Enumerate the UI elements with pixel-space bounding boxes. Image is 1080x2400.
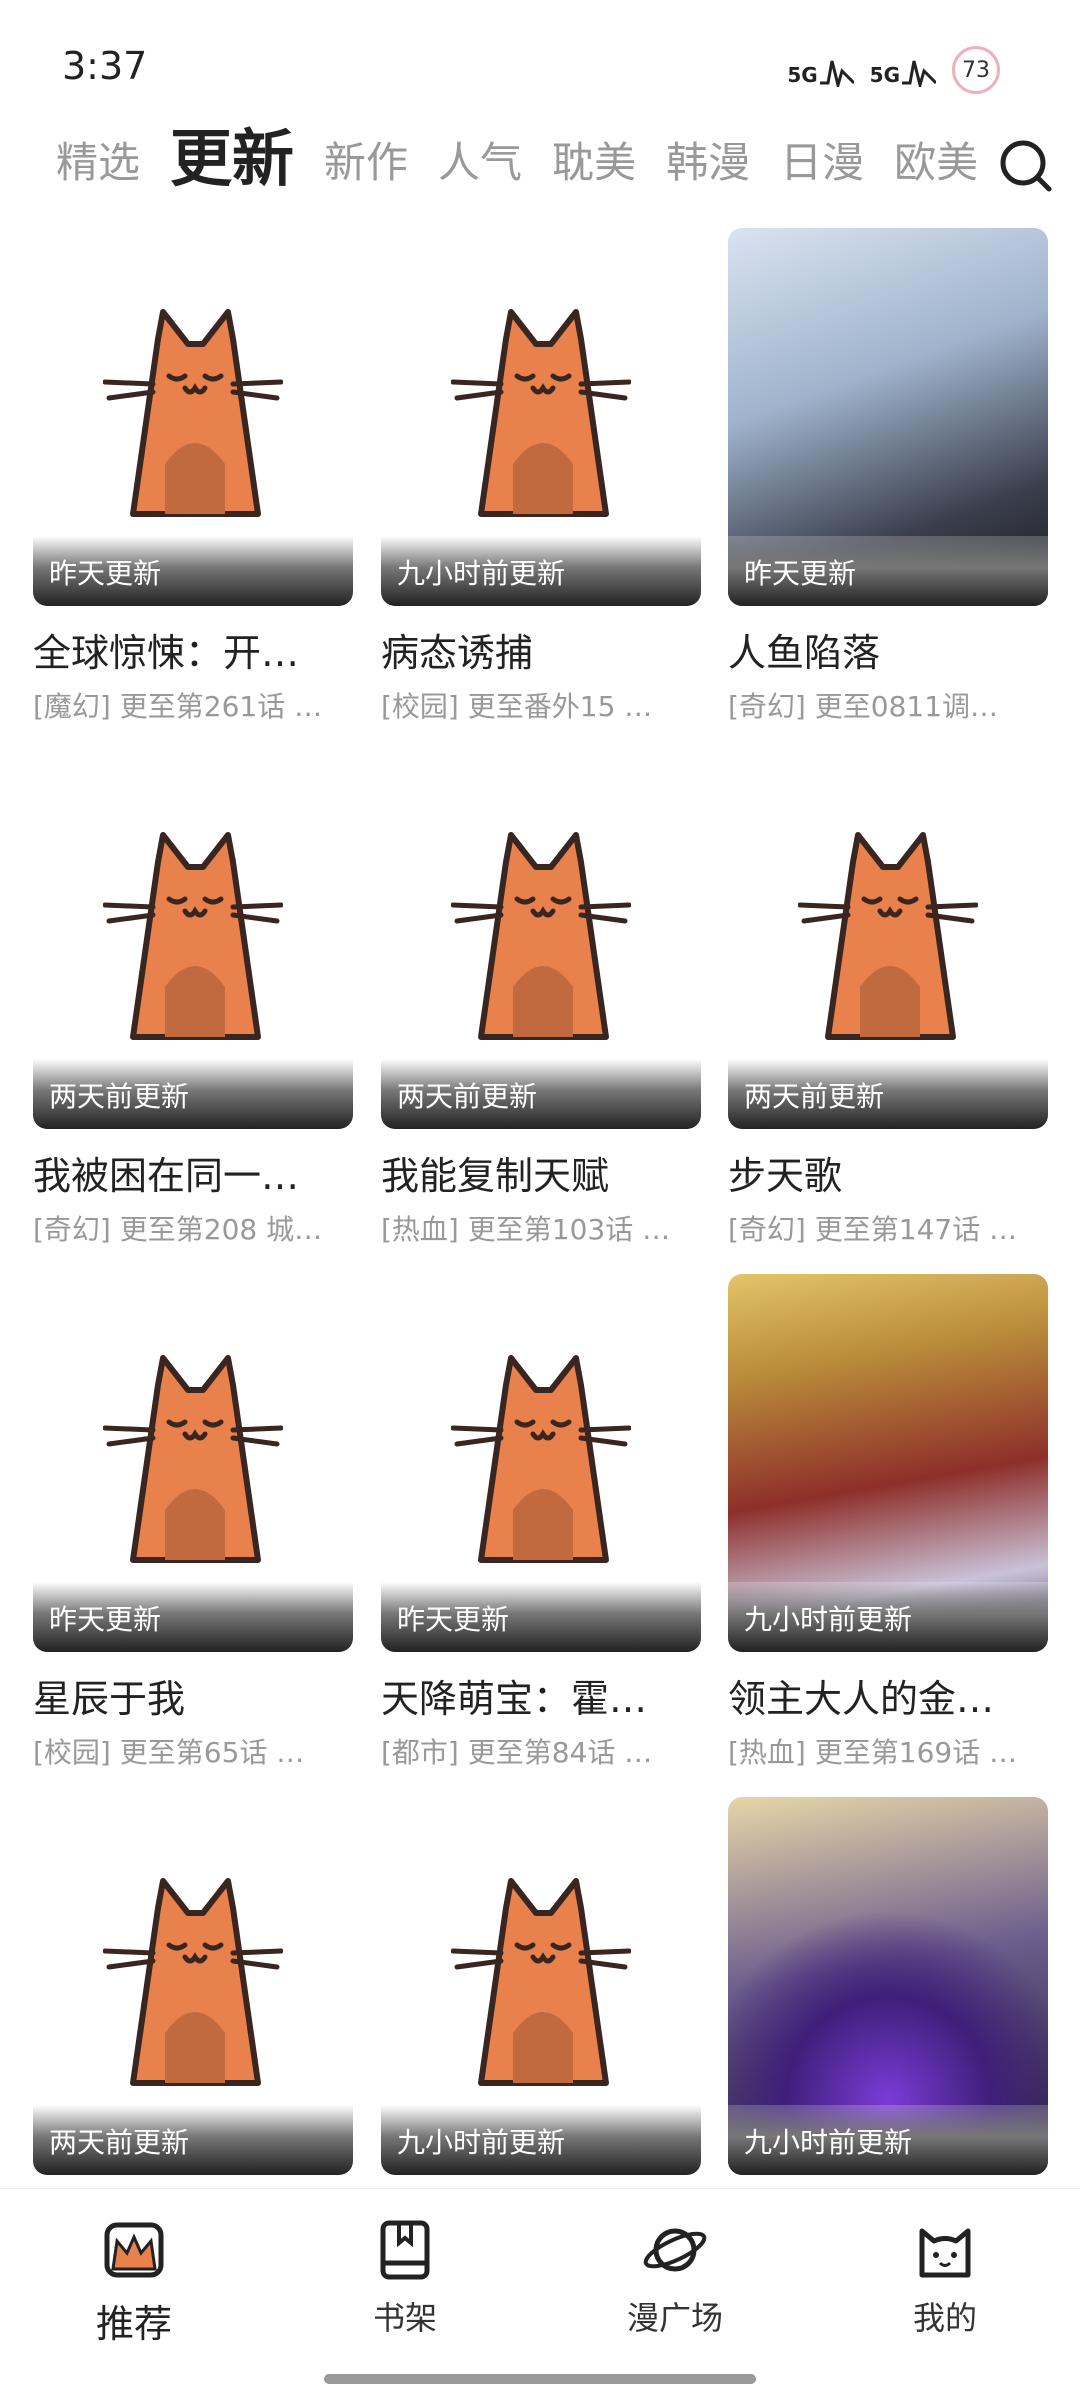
comic-subtitle: [魔幻] 更至第261话 … bbox=[33, 690, 323, 723]
cat-face-icon bbox=[914, 2219, 976, 2285]
cat-placeholder-icon bbox=[451, 309, 631, 517]
tab-5[interactable]: 韩漫 bbox=[666, 129, 750, 210]
update-badge: 九小时前更新 bbox=[744, 2126, 913, 2159]
nav-label: 推荐 bbox=[95, 2302, 172, 2346]
update-badge: 九小时前更新 bbox=[744, 1603, 913, 1636]
tab-2[interactable]: 新作 bbox=[324, 129, 408, 210]
category-tabs: 精选 更新 新作 人气 耽美 韩漫 日漫 欧美 bbox=[0, 110, 1080, 210]
cat-placeholder-icon bbox=[798, 832, 978, 1040]
comic-card[interactable]: 九小时前更新 bbox=[381, 1797, 701, 2175]
comic-subtitle: [都市] 更至第84话 … bbox=[381, 1736, 653, 1769]
tab-0[interactable]: 精选 bbox=[56, 129, 140, 210]
update-badge: 昨天更新 bbox=[49, 557, 162, 590]
recommend-icon bbox=[103, 2219, 165, 2285]
comic-title[interactable]: 人鱼陷落 bbox=[728, 622, 1048, 677]
comic-cover[interactable]: 昨天更新 bbox=[728, 228, 1048, 606]
comic-card[interactable]: 昨天更新人鱼陷落 [奇幻] 更至0811调… bbox=[728, 228, 1048, 725]
comic-card[interactable]: 两天前更新我被困在同一… [奇幻] 更至第208 城… bbox=[33, 751, 353, 1248]
comic-cover[interactable]: 九小时前更新 bbox=[728, 1797, 1048, 2175]
nav-item-1[interactable]: 书架 bbox=[305, 2219, 505, 2339]
comic-cover[interactable]: 两天前更新 bbox=[381, 751, 701, 1129]
tab-4[interactable]: 耽美 bbox=[552, 129, 636, 210]
signal-5g-1: 5G bbox=[787, 53, 854, 87]
comic-cover[interactable]: 两天前更新 bbox=[33, 751, 353, 1129]
comic-cover[interactable]: 九小时前更新 bbox=[381, 1797, 701, 2175]
nav-label: 漫广场 bbox=[626, 2299, 723, 2337]
comic-title[interactable]: 星辰于我 bbox=[33, 1668, 353, 1723]
search-icon bbox=[1000, 140, 1052, 192]
status-time: 3:37 bbox=[62, 44, 148, 88]
planet-icon bbox=[642, 2219, 708, 2285]
comic-subtitle: [奇幻] 更至第147话 … bbox=[728, 1213, 1018, 1246]
comic-cover[interactable]: 两天前更新 bbox=[33, 1797, 353, 2175]
signal-5g-2: 5G bbox=[870, 53, 936, 87]
comic-title[interactable]: 步天歌 bbox=[728, 1145, 1048, 1200]
search-button[interactable] bbox=[990, 130, 1060, 200]
signal-wave-icon bbox=[902, 60, 936, 87]
nav-label: 我的 bbox=[912, 2299, 977, 2337]
comic-cover[interactable]: 昨天更新 bbox=[381, 1274, 701, 1652]
comic-cover[interactable]: 昨天更新 bbox=[33, 228, 353, 606]
nav-item-3[interactable]: 我的 bbox=[845, 2219, 1045, 2339]
comic-card[interactable]: 昨天更新全球惊悚：开… [魔幻] 更至第261话 … bbox=[33, 228, 353, 725]
nav-label: 书架 bbox=[372, 2299, 437, 2337]
cat-placeholder-icon bbox=[451, 1878, 631, 2086]
comic-title[interactable]: 天降萌宝：霍… bbox=[381, 1668, 701, 1723]
comic-subtitle: [热血] 更至第103话 … bbox=[381, 1213, 671, 1246]
update-badge: 昨天更新 bbox=[744, 557, 857, 590]
comic-title[interactable]: 全球惊悚：开… bbox=[33, 622, 353, 677]
cat-placeholder-icon bbox=[103, 1355, 283, 1563]
comic-title[interactable]: 我能复制天赋 bbox=[381, 1145, 701, 1200]
comic-cover[interactable]: 九小时前更新 bbox=[381, 228, 701, 606]
tab-6[interactable]: 日漫 bbox=[780, 129, 864, 210]
nav-item-2[interactable]: 漫广场 bbox=[575, 2219, 775, 2339]
cat-placeholder-icon bbox=[451, 832, 631, 1040]
cat-placeholder-icon bbox=[451, 1355, 631, 1563]
tab-1[interactable]: 更新 bbox=[170, 110, 294, 210]
update-badge: 昨天更新 bbox=[397, 1603, 510, 1636]
status-indicators: 5G 5G 73 bbox=[787, 46, 1000, 94]
comic-subtitle: [校园] 更至番外15 … bbox=[381, 690, 653, 723]
cat-placeholder-icon bbox=[103, 832, 283, 1040]
battery-indicator: 73 bbox=[952, 46, 1000, 94]
bookshelf-icon bbox=[377, 2219, 433, 2285]
comic-card[interactable]: 两天前更新步天歌 [奇幻] 更至第147话 … bbox=[728, 751, 1048, 1248]
comic-card[interactable]: 两天前更新 bbox=[33, 1797, 353, 2175]
update-badge: 两天前更新 bbox=[397, 1080, 538, 1113]
comic-card[interactable]: 九小时前更新病态诱捕 [校园] 更至番外15 … bbox=[381, 228, 701, 725]
tab-7[interactable]: 欧美 bbox=[894, 129, 978, 210]
comic-card[interactable]: 昨天更新天降萌宝：霍… [都市] 更至第84话 … bbox=[381, 1274, 701, 1771]
update-badge: 九小时前更新 bbox=[397, 557, 566, 590]
comic-title[interactable]: 领主大人的金… bbox=[728, 1668, 1048, 1723]
bottom-navigation: 推荐 书架 漫广场 我的 bbox=[0, 2188, 1080, 2400]
update-badge: 两天前更新 bbox=[744, 1080, 885, 1113]
comic-card[interactable]: 两天前更新我能复制天赋 [热血] 更至第103话 … bbox=[381, 751, 701, 1248]
comic-subtitle: [校园] 更至第65话 … bbox=[33, 1736, 305, 1769]
cat-placeholder-icon bbox=[103, 309, 283, 517]
comic-subtitle: [奇幻] 更至0811调… bbox=[728, 690, 999, 723]
update-badge: 两天前更新 bbox=[49, 2126, 190, 2159]
comic-subtitle: [奇幻] 更至第208 城… bbox=[33, 1213, 323, 1246]
nav-item-0[interactable]: 推荐 bbox=[34, 2219, 234, 2348]
comic-title[interactable]: 我被困在同一… bbox=[33, 1145, 353, 1200]
comic-cover[interactable]: 九小时前更新 bbox=[728, 1274, 1048, 1652]
tab-3[interactable]: 人气 bbox=[438, 129, 522, 210]
update-badge: 两天前更新 bbox=[49, 1080, 190, 1113]
comic-title[interactable]: 病态诱捕 bbox=[381, 622, 701, 677]
comic-cover[interactable]: 两天前更新 bbox=[728, 751, 1048, 1129]
tab-track: 精选 更新 新作 人气 耽美 韩漫 日漫 欧美 bbox=[56, 110, 1008, 210]
comic-card[interactable]: 昨天更新星辰于我 [校园] 更至第65话 … bbox=[33, 1274, 353, 1771]
comic-cover[interactable]: 昨天更新 bbox=[33, 1274, 353, 1652]
comic-card[interactable]: 九小时前更新领主大人的金… [热血] 更至第169话 … bbox=[728, 1274, 1048, 1771]
cat-placeholder-icon bbox=[103, 1878, 283, 2086]
comic-subtitle: [热血] 更至第169话 … bbox=[728, 1736, 1018, 1769]
comic-card[interactable]: 九小时前更新 bbox=[728, 1797, 1048, 2175]
home-indicator[interactable] bbox=[324, 2374, 756, 2384]
update-badge: 九小时前更新 bbox=[397, 2126, 566, 2159]
update-badge: 昨天更新 bbox=[49, 1603, 162, 1636]
signal-wave-icon bbox=[819, 60, 854, 87]
